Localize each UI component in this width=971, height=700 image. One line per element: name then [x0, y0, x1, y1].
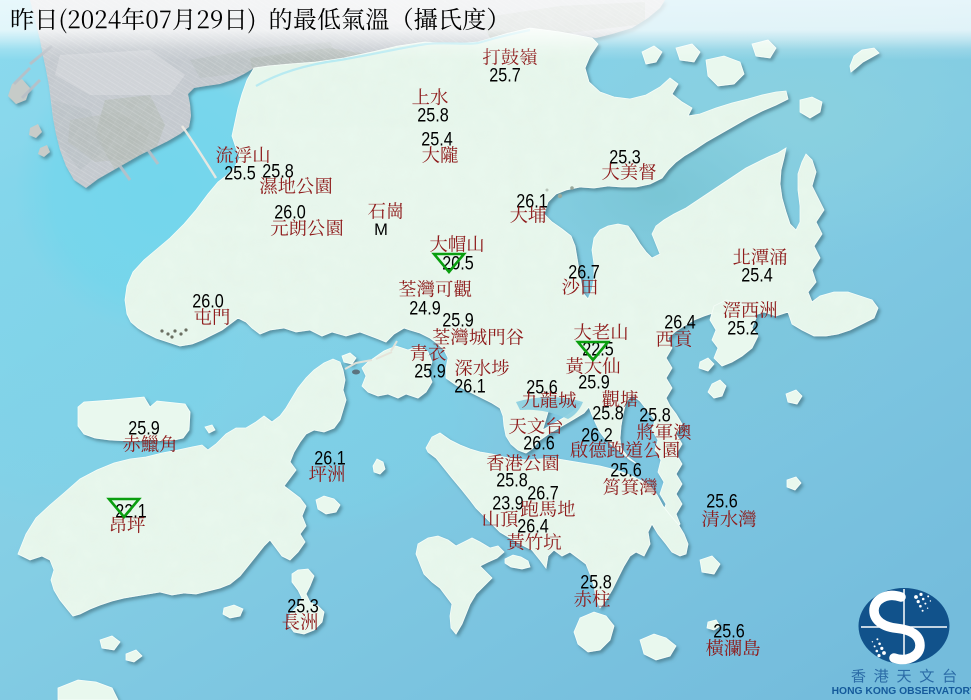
svg-text:25.2: 25.2 [727, 319, 759, 340]
svg-text:25.3: 25.3 [609, 148, 641, 169]
svg-text:25.6: 25.6 [610, 461, 642, 482]
svg-text:25.9: 25.9 [414, 362, 446, 383]
svg-text:26.1: 26.1 [454, 377, 486, 398]
svg-text:25.4: 25.4 [741, 266, 773, 287]
svg-text:26.1: 26.1 [314, 449, 346, 470]
svg-text:25.8: 25.8 [496, 471, 528, 492]
svg-text:HONG KONG OBSERVATORY: HONG KONG OBSERVATORY [832, 686, 971, 697]
svg-text:25.6: 25.6 [706, 492, 738, 513]
svg-text:26.4: 26.4 [664, 313, 696, 334]
svg-text:24.9: 24.9 [409, 299, 441, 320]
svg-text:25.5: 25.5 [224, 164, 256, 185]
svg-text:26.6: 26.6 [523, 434, 555, 455]
svg-text:25.8: 25.8 [592, 404, 624, 425]
svg-text:26.0: 26.0 [274, 203, 306, 224]
svg-text:25.8: 25.8 [417, 106, 449, 127]
svg-text:M: M [374, 221, 388, 239]
svg-text:25.7: 25.7 [489, 66, 521, 87]
svg-text:25.9: 25.9 [578, 373, 610, 394]
svg-text:25.8: 25.8 [639, 406, 671, 427]
svg-text:25.6: 25.6 [526, 378, 558, 399]
